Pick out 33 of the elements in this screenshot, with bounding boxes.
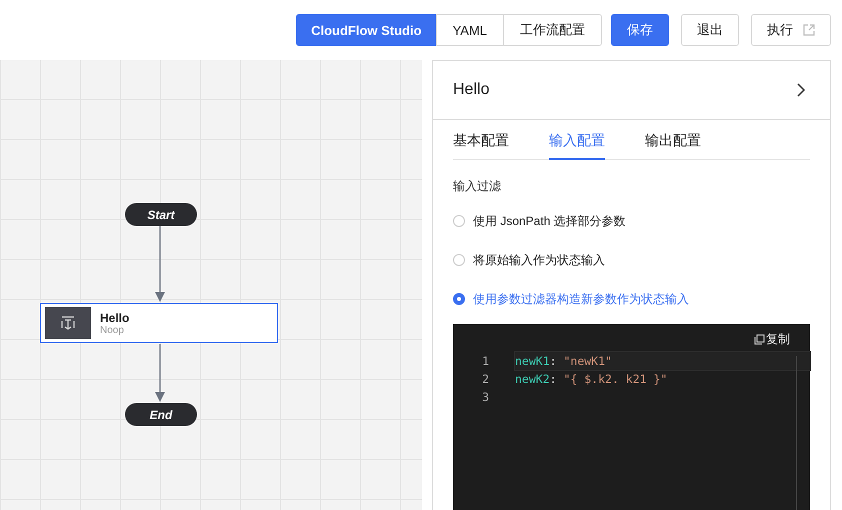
terminal-node[interactable]: End bbox=[125, 403, 197, 426]
panel-title: Hello bbox=[453, 81, 490, 99]
state-node[interactable]: Hello Noop bbox=[40, 303, 278, 343]
chevron-right-icon[interactable] bbox=[796, 83, 806, 97]
section-label: 输入过滤 bbox=[453, 178, 502, 195]
line-number: 2 bbox=[481, 372, 489, 386]
terminal-node[interactable]: Start bbox=[125, 203, 197, 226]
line-number: 1 bbox=[481, 354, 489, 368]
radio-button[interactable] bbox=[453, 293, 465, 305]
node-title: Hello bbox=[100, 310, 130, 324]
arrow bbox=[153, 344, 167, 403]
save-button[interactable]: 保存 bbox=[611, 14, 669, 46]
copy-button[interactable]: 复制 bbox=[754, 331, 790, 348]
filter-icon bbox=[45, 307, 91, 339]
radio-button[interactable] bbox=[453, 254, 465, 266]
tab[interactable]: 输入配置 bbox=[549, 130, 605, 160]
tab[interactable]: 基本配置 bbox=[453, 130, 509, 160]
node-type: Noop bbox=[100, 324, 125, 336]
view-tab[interactable]: YAML bbox=[436, 14, 504, 46]
option-label: 使用 JsonPath 选择部分参数 bbox=[473, 212, 626, 230]
exit-button[interactable]: 退出 bbox=[681, 14, 739, 46]
option-label: 将原始输入作为状态输入 bbox=[473, 252, 605, 268]
view-tab[interactable]: CloudFlow Studio bbox=[296, 14, 437, 46]
run-button[interactable]: 执行 bbox=[751, 14, 831, 46]
view-tab[interactable]: 工作流配置 bbox=[503, 14, 602, 46]
line-number: 3 bbox=[481, 390, 489, 404]
tab[interactable]: 输出配置 bbox=[645, 130, 701, 160]
code-line: newK2: "{ $.k2. k21 }" bbox=[515, 371, 668, 388]
code-editor[interactable]: 复制 1 newK1: "newK1" 2 newK2: "{ $.k2. k21 }" 3 bbox=[453, 324, 810, 510]
option-label: 使用参数过滤器构造新参数作为状态输入 bbox=[473, 290, 689, 308]
copy-icon bbox=[754, 334, 765, 345]
external-link-icon bbox=[803, 24, 815, 36]
radio-button[interactable] bbox=[453, 215, 465, 227]
